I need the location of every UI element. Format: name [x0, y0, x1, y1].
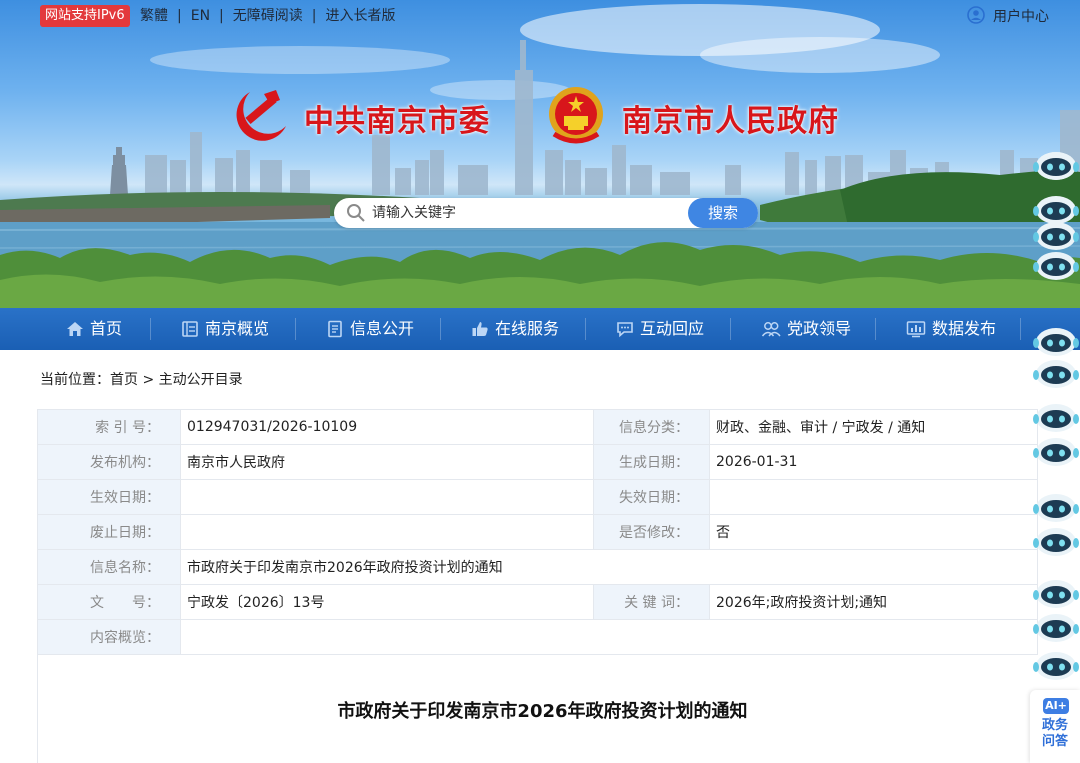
abolish-date-label: 废止日期：: [37, 514, 181, 550]
publisher-value: 南京市人民政府: [180, 444, 594, 480]
home-icon: [67, 322, 83, 336]
top-link-separator: |: [311, 8, 317, 24]
ipv6-badge: 网站支持IPv6: [40, 5, 130, 27]
user-icon: [967, 6, 985, 30]
top-link-separator: |: [177, 8, 182, 24]
info-name-value: 市政府关于印发南京市2026年政府投资计划的通知: [180, 549, 1038, 585]
search-button[interactable]: 搜索: [688, 198, 758, 228]
header-banner: 网站支持IPv6 繁體 | EN | 无障碍阅读 | 进入长者版 用户中心 中共南京市委 南…: [0, 0, 1080, 308]
top-utility-bar: 网站支持IPv6 繁體 | EN | 无障碍阅读 | 进入长者版 用户中心: [0, 0, 1080, 34]
national-emblem-icon: [549, 87, 603, 144]
leaders-icon: [761, 322, 781, 337]
effective-date-label: 生效日期：: [37, 479, 181, 515]
nav-item-info-disclosure[interactable]: 信息公开: [326, 308, 414, 350]
publisher-label: 发布机构：: [37, 444, 181, 480]
nav-label: 数据发布: [932, 319, 997, 338]
robot-mascot-icon: [1033, 152, 1079, 680]
keywords-label: 关 键 词：: [593, 584, 710, 620]
document-metadata-table: 索 引 号： 012947031/2026-10109 信息分类： 财政、金融、…: [37, 409, 1038, 655]
nav-divider: [1020, 318, 1021, 340]
nav-divider: [440, 318, 441, 340]
top-links: 繁體 | EN | 无障碍阅读 | 进入长者版: [140, 6, 395, 26]
table-row: 索 引 号： 012947031/2026-10109 信息分类： 财政、金融、…: [37, 409, 1038, 445]
table-row: 内容概览：: [37, 619, 1038, 655]
table-row: 信息名称： 市政府关于印发南京市2026年政府投资计划的通知: [37, 549, 1038, 585]
abolish-date-value: [180, 514, 594, 550]
english-link[interactable]: EN: [191, 8, 210, 24]
nav-label: 互动回应: [640, 319, 705, 338]
party-emblem-icon: [236, 90, 286, 141]
site-brand: 中共南京市委 南京市人民政府: [230, 84, 860, 154]
user-center-label: 用户中心: [993, 9, 1049, 25]
modified-value: 否: [709, 514, 1038, 550]
table-row: 发布机构： 南京市人民政府 生成日期： 2026-01-31: [37, 444, 1038, 480]
nav-label: 在线服务: [495, 319, 560, 338]
nav-item-data-release[interactable]: 数据发布: [906, 308, 996, 350]
summary-value: [180, 619, 1038, 655]
chat-icon: [617, 322, 633, 338]
nav-divider: [585, 318, 586, 340]
ai-logo-icon: AI+: [1043, 698, 1069, 714]
modified-label: 是否修改：: [593, 514, 710, 550]
nanjing-skyline-illustration: [0, 4, 1080, 308]
expire-date-label: 失效日期：: [593, 479, 710, 515]
user-center-link[interactable]: 用户中心: [967, 6, 1049, 30]
nav-item-home[interactable]: 首页: [66, 308, 122, 350]
category-value: 财政、金融、审计 / 宁政发 / 通知: [709, 409, 1038, 445]
table-row: 废止日期： 是否修改： 否: [37, 514, 1038, 550]
nav-item-online-service[interactable]: 在线服务: [471, 308, 559, 350]
category-label: 信息分类：: [593, 409, 710, 445]
main-nav: 首页 南京概览 信息公开 在线服务 互动回应 党政领导 数据发布: [0, 308, 1080, 350]
table-row: 文 号： 宁政发〔2026〕13号 关 键 词： 2026年;政府投资计划;通知: [37, 584, 1038, 620]
accessibility-link[interactable]: 无障碍阅读: [233, 8, 303, 24]
keywords-value: 2026年;政府投资计划;通知: [709, 584, 1038, 620]
top-link-separator: |: [219, 8, 224, 24]
document-number-value: 宁政发〔2026〕13号: [180, 584, 594, 620]
nav-label: 党政领导: [787, 319, 852, 338]
index-number-label: 索 引 号：: [37, 409, 181, 445]
created-date-value: 2026-01-31: [709, 444, 1038, 480]
breadcrumb-home-link[interactable]: 首页: [110, 372, 138, 388]
breadcrumb-arrow: >: [142, 372, 155, 388]
table-row: 生效日期： 失效日期：: [37, 479, 1038, 515]
nav-divider: [295, 318, 296, 340]
expire-date-value: [709, 479, 1038, 515]
ai-assistant-sidebar: [1032, 150, 1080, 763]
breadcrumb-prefix: 当前位置：: [40, 372, 110, 388]
overview-icon: [182, 321, 198, 337]
ai-qa-button[interactable]: AI+ 政务问答: [1030, 690, 1080, 763]
ai-qa-label: 政务问答: [1042, 718, 1069, 749]
party-committee-name: 中共南京市委: [304, 104, 490, 139]
document-icon: [328, 320, 342, 338]
breadcrumb-current-link[interactable]: 主动公开目录: [159, 372, 243, 388]
effective-date-value: [180, 479, 594, 515]
nav-label: 南京概览: [205, 319, 270, 338]
thumbs-up-icon: [472, 322, 488, 336]
nav-label: 信息公开: [350, 319, 415, 338]
created-date-label: 生成日期：: [593, 444, 710, 480]
search-icon: [346, 203, 366, 227]
summary-label: 内容概览：: [37, 619, 181, 655]
info-name-label: 信息名称：: [37, 549, 181, 585]
document-number-label: 文 号：: [37, 584, 181, 620]
nav-divider: [150, 318, 151, 340]
search-input[interactable]: [372, 201, 672, 225]
nav-divider: [730, 318, 731, 340]
search-bar: 搜索: [334, 198, 758, 228]
government-name: 南京市人民政府: [622, 104, 839, 139]
nav-item-overview[interactable]: 南京概览: [181, 308, 269, 350]
nav-item-leaders[interactable]: 党政领导: [761, 308, 851, 350]
elderly-version-link[interactable]: 进入长者版: [325, 8, 395, 24]
index-number-value: 012947031/2026-10109: [180, 409, 594, 445]
breadcrumb: 当前位置：首页 > 主动公开目录: [40, 370, 243, 390]
nav-label: 首页: [90, 319, 123, 338]
traditional-chinese-link[interactable]: 繁體: [140, 8, 168, 24]
chart-icon: [906, 321, 926, 338]
nav-item-interaction[interactable]: 互动回应: [616, 308, 704, 350]
nav-divider: [875, 318, 876, 340]
document-title: 市政府关于印发南京市2026年政府投资计划的通知: [337, 701, 748, 722]
